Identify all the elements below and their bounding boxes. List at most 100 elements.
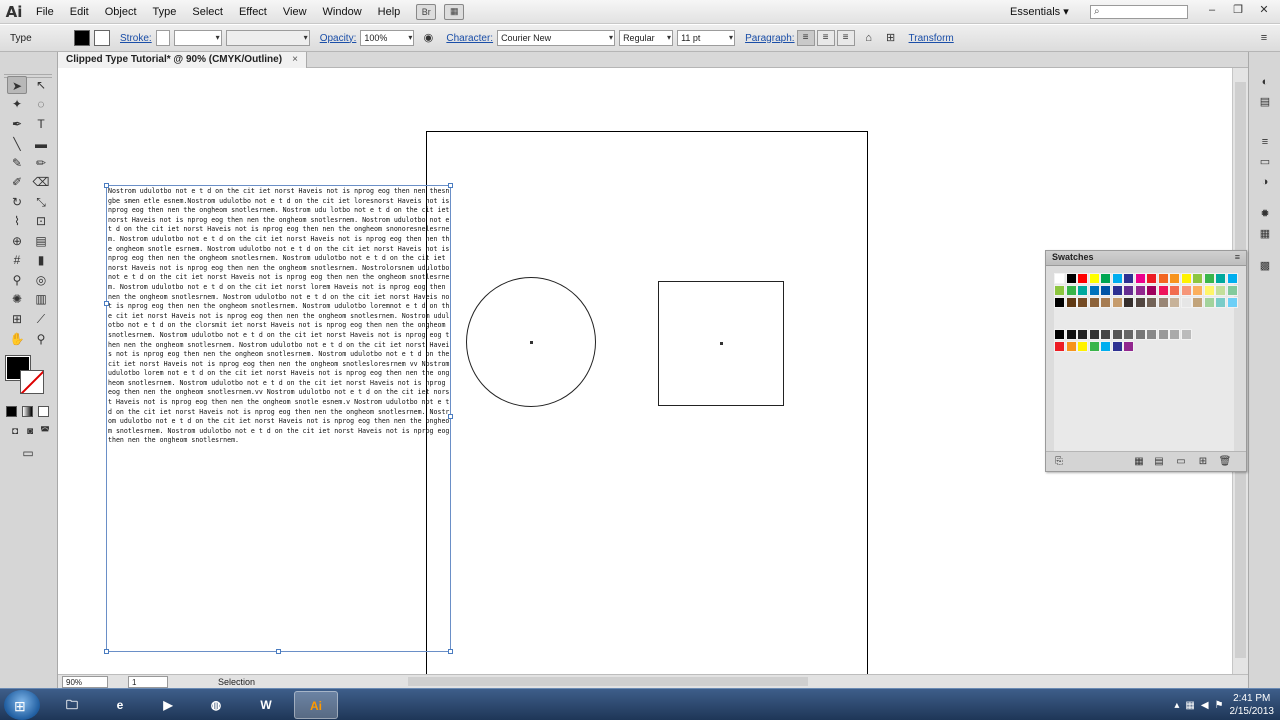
swatch-cell[interactable] [1100,341,1111,352]
swatch-cell[interactable] [1157,297,1169,308]
brush-dropdown[interactable]: ▾ [225,30,310,46]
color-panel-icon[interactable]: ◐ [1257,74,1273,90]
stroke-swatch[interactable] [94,30,110,46]
magic-wand-tool-icon[interactable]: ✦ [7,95,27,113]
document-tab[interactable]: Clipped Type Tutorial* @ 90% (CMYK/Outli… [58,52,307,68]
new-swatch-icon[interactable]: ⊞ [1196,455,1210,469]
swatch-cell[interactable] [1134,329,1146,340]
graphic-styles-icon[interactable]: ▦ [1257,226,1273,242]
panel-menu-icon[interactable]: ≡ [1235,252,1240,262]
selection-tool-icon[interactable]: ➤ [7,76,27,94]
bridge-icon[interactable]: Br [416,3,437,20]
stroke-panel-icon[interactable]: ≡ [1257,134,1273,150]
mesh-tool-icon[interactable]: # [7,251,27,269]
align-right-icon[interactable]: ≡ [836,30,855,46]
delete-swatch-icon[interactable]: 🗑 [1218,455,1232,469]
artboard[interactable] [426,131,868,677]
swatch-cell[interactable] [1180,329,1192,340]
swatch-cell[interactable] [1123,297,1134,308]
frame-handle[interactable] [104,649,109,654]
swatch-cell[interactable] [1054,297,1065,308]
swatch-cell[interactable] [1077,341,1088,352]
swatch-cell[interactable] [1203,273,1215,284]
gradient-panel-icon[interactable]: ▭ [1257,154,1273,170]
swatch-libraries-icon[interactable]: ⎘ [1052,455,1066,469]
swatch-cell[interactable] [1226,297,1238,308]
circle-shape[interactable] [466,277,596,407]
shape-builder-tool-icon[interactable]: ⊕ [7,232,27,250]
swatch-cell[interactable] [1111,285,1123,296]
fill-swatch[interactable] [74,30,90,46]
direct-selection-tool-icon[interactable]: ↖ [31,76,51,94]
menu-effect[interactable]: Effect [231,0,275,24]
media-player-icon[interactable]: ▶ [146,691,190,719]
gradient-tool-icon[interactable]: ▮ [31,251,51,269]
swatch-cell[interactable] [1088,329,1100,340]
zoom-field[interactable]: 90% [62,675,108,688]
swatch-cell[interactable] [1077,285,1088,296]
swatch-cell[interactable] [1157,329,1169,340]
scale-tool-icon[interactable]: ⤡ [31,193,51,211]
swatch-cell[interactable] [1123,329,1134,340]
square-shape[interactable] [658,281,784,406]
perspective-grid-tool-icon[interactable]: ▤ [31,232,51,250]
swatch-cell[interactable] [1111,297,1123,308]
swatch-cell[interactable] [1054,285,1065,296]
align-center-icon[interactable]: ≡ [816,30,835,46]
pencil-tool-icon[interactable]: ✏ [31,154,51,172]
menu-select[interactable]: Select [184,0,231,24]
screen-mode-icon[interactable]: ▭ [18,444,38,462]
lasso-tool-icon[interactable]: ◌ [31,95,51,113]
clock[interactable]: 2:41 PM 2/15/2013 [1230,692,1275,718]
frame-handle[interactable] [448,414,453,419]
swatch-cell[interactable] [1088,341,1100,352]
font-family-dropdown[interactable]: Courier New ▾ [497,30,616,46]
swatch-cell[interactable] [1215,273,1226,284]
pen-tool-icon[interactable]: ✒ [7,115,27,133]
swatch-cell[interactable] [1077,329,1088,340]
swatch-cell[interactable] [1180,285,1192,296]
swatch-cell[interactable] [1169,273,1180,284]
swatch-cell[interactable] [1065,329,1077,340]
swatch-cell[interactable] [1146,297,1157,308]
swatch-cell[interactable] [1192,273,1203,284]
flag-icon[interactable]: ⚑ [1215,700,1224,711]
stroke-weight-dropdown[interactable]: ▾ [173,30,222,46]
network-icon[interactable]: ▦ [1185,700,1194,711]
menu-type[interactable]: Type [145,0,185,24]
word-icon[interactable]: W [244,691,288,719]
font-size-field[interactable]: 11 pt ▾ [677,30,736,46]
eraser-tool-icon[interactable]: ⌫ [31,173,51,191]
color-mode-swatch[interactable] [6,406,17,417]
paintbrush-tool-icon[interactable]: ✎ [7,154,27,172]
transparency-panel-icon[interactable]: ◑ [1257,174,1273,190]
minimize-icon[interactable]: – [1202,2,1222,18]
start-button[interactable]: ⊞ [4,690,40,720]
menu-window[interactable]: Window [315,0,370,24]
paragraph-link[interactable]: Paragraph: [745,33,794,44]
color-guide-icon[interactable]: ▤ [1257,94,1273,110]
line-tool-icon[interactable]: ╲ [7,135,27,153]
slice-tool-icon[interactable]: ⟋ [31,310,51,328]
swatches-panel-icon[interactable]: ▩ [1257,258,1273,274]
swatch-cell[interactable] [1111,341,1123,352]
swatch-cell[interactable] [1123,273,1134,284]
envelope-warp-icon[interactable]: ⌂ [861,30,877,46]
stroke-link[interactable]: Stroke: [120,33,152,44]
swatch-cell[interactable] [1100,297,1111,308]
show-hidden-icons-icon[interactable]: ▴ [1174,700,1179,711]
swatch-cell[interactable] [1111,329,1123,340]
blend-tool-icon[interactable]: ◎ [31,271,51,289]
panel-menu-icon[interactable]: ≡ [1256,30,1272,46]
eyedropper-tool-icon[interactable]: ⚲ [7,271,27,289]
artboard-number-field[interactable]: 1 [128,675,168,688]
align-objects-icon[interactable]: ⊞ [883,30,899,46]
swatch-cell[interactable] [1065,273,1077,284]
swatch-cell[interactable] [1111,273,1123,284]
none-mode-swatch[interactable] [38,406,49,417]
illustrator-icon[interactable]: Ai [294,691,338,719]
appearance-panel-icon[interactable]: ✹ [1257,206,1273,222]
artboard-tool-icon[interactable]: ⊞ [7,310,27,328]
swatch-cell[interactable] [1100,329,1111,340]
zoom-tool-icon[interactable]: ⚲ [31,330,51,348]
